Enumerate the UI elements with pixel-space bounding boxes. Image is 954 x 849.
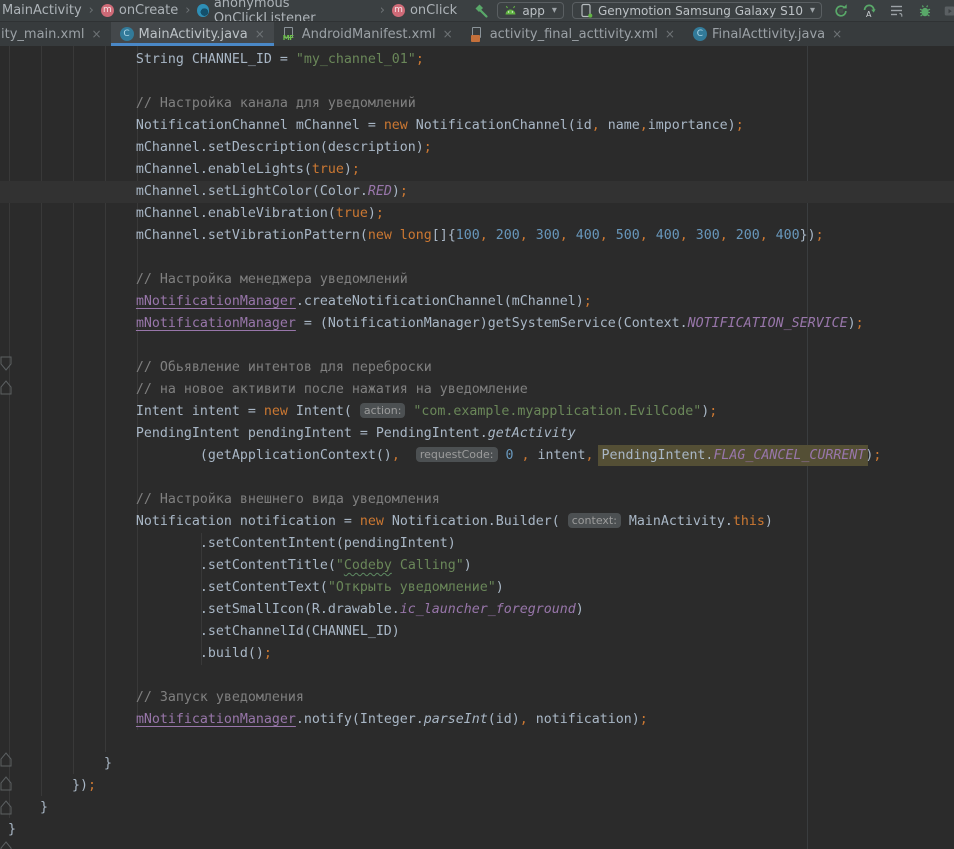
run-configuration-select[interactable]: app ▾ [497,2,564,19]
tab-label: activity_final_acttivity.xml [490,27,658,42]
breadcrumb-label: onCreate [119,3,178,18]
code-line[interactable]: // Настройка внешнего вида уведомления [0,489,954,511]
code-line[interactable] [0,71,954,93]
code-line[interactable]: // Обьявление интентов для переброски [0,357,954,379]
code-line[interactable] [0,731,954,753]
tab-label: FinalActtivity.java [712,27,825,42]
run-actions: A [822,2,954,19]
code-line[interactable]: mChannel.enableVibration(true); [0,203,954,225]
chevron-down-icon: ▾ [552,5,557,16]
breadcrumb-item-oncreate[interactable]: m onCreate [101,3,178,18]
build-hammer-icon[interactable] [472,2,489,19]
method-icon: m [101,4,114,17]
breadcrumb-label: MainActivity [2,3,82,18]
close-icon[interactable]: × [832,27,842,41]
chevron-right-icon: › [380,3,385,18]
fold-marker-icon[interactable] [0,841,12,849]
code-line[interactable]: mChannel.setLightColor(Color.RED); [0,181,954,203]
device-label: Genymotion Samsung Galaxy S10 [598,4,803,18]
code-line[interactable] [0,665,954,687]
breadcrumb-item-class[interactable]: MainActivity [2,3,82,18]
code-line[interactable]: // Настройка канала для уведомлений [0,93,954,115]
code-line[interactable]: (getApplicationContext(), requestCode: 0… [0,445,954,467]
manifest-file-icon: MF [283,27,297,42]
code-line[interactable]: mNotificationManager = (NotificationMana… [0,313,954,335]
tab-label: MainActivity.java [139,27,248,42]
code-line[interactable]: } [0,753,954,775]
code-line[interactable] [0,335,954,357]
main-toolbar: MainActivity › m onCreate › anonymous On… [0,0,954,22]
tab-label: AndroidManifest.xml [302,27,436,42]
phone-icon [579,3,593,18]
breadcrumb-label: anonymous OnClickListener [214,0,373,22]
code-line[interactable]: .setContentText("Открыть уведомление") [0,577,954,599]
code-line[interactable]: NotificationChannel mChannel = new Notif… [0,115,954,137]
code-lines: String CHANNEL_ID = "my_channel_01"; // … [0,46,954,841]
android-icon [504,5,517,16]
close-icon[interactable]: × [255,27,265,41]
code-line[interactable] [0,247,954,269]
code-line[interactable]: mChannel.setVibrationPattern(new long[]{… [0,225,954,247]
tab-label: ity_main.xml [1,27,84,42]
close-icon[interactable]: × [91,27,101,41]
breadcrumb-label: onClick [410,3,457,18]
code-line[interactable]: .setContentIntent(pendingIntent) [0,533,954,555]
code-line[interactable]: PendingIntent pendingIntent = PendingInt… [0,423,954,445]
code-line[interactable]: } [0,819,954,841]
code-line[interactable]: Intent intent = new Intent( action: "com… [0,401,954,423]
code-line[interactable] [0,467,954,489]
anonymous-class-icon [197,4,208,17]
close-icon[interactable]: × [665,27,675,41]
code-line[interactable]: mNotificationManager.createNotificationC… [0,291,954,313]
code-line[interactable]: .setSmallIcon(R.drawable.ic_launcher_for… [0,599,954,621]
code-line[interactable]: mChannel.enableLights(true); [0,159,954,181]
code-editor[interactable]: String CHANNEL_ID = "my_channel_01"; // … [0,46,954,849]
breadcrumb-item-anonymous-listener[interactable]: anonymous OnClickListener [197,0,372,22]
tab-mainactivity-java[interactable]: C MainActivity.java × [111,22,274,46]
run-config-label: app [522,4,545,18]
code-line[interactable]: .build(); [0,643,954,665]
code-line[interactable]: // Настройка менеджера уведомлений [0,269,954,291]
tab-androidmanifest-xml[interactable]: MF AndroidManifest.xml × [274,22,462,46]
svg-text:A: A [866,10,872,19]
code-line[interactable]: String CHANNEL_ID = "my_channel_01"; [0,49,954,71]
chevron-right-icon: › [89,3,94,18]
java-class-icon: C [693,27,707,41]
apply-code-changes-button[interactable] [888,2,905,19]
chevron-down-icon: ▾ [810,5,815,16]
breadcrumb: MainActivity › m onCreate › anonymous On… [2,0,457,22]
editor-tab-bar: ity_main.xml × C MainActivity.java × MF … [0,22,954,46]
code-line[interactable]: }); [0,775,954,797]
profiler-button[interactable] [944,2,954,19]
code-line[interactable]: .setContentTitle("Codeby Calling") [0,555,954,577]
layout-file-icon [471,27,485,42]
apply-changes-button[interactable]: A [860,2,877,19]
method-icon: m [392,4,405,17]
code-line[interactable]: // Запуск уведомления [0,687,954,709]
breadcrumb-item-onclick[interactable]: m onClick [392,3,457,18]
code-line[interactable]: Notification notification = new Notifica… [0,511,954,533]
close-icon[interactable]: × [443,27,453,41]
tab-finalacttivity-java[interactable]: C FinalActtivity.java × [684,22,851,46]
code-line[interactable]: mChannel.setDescription(description); [0,137,954,159]
code-line[interactable]: } [0,797,954,819]
java-class-icon: C [120,27,134,41]
code-line[interactable]: // на новое активити после нажатия на ув… [0,379,954,401]
device-select[interactable]: Genymotion Samsung Galaxy S10 ▾ [572,2,822,19]
code-line[interactable]: .setChannelId(CHANNEL_ID) [0,621,954,643]
rerun-button[interactable] [832,2,849,19]
chevron-right-icon: › [185,3,190,18]
code-line[interactable]: mNotificationManager.notify(Integer.pars… [0,709,954,731]
debug-button[interactable] [916,2,933,19]
tab-activity-main-xml[interactable]: ity_main.xml × [0,22,111,46]
tab-activity-final-acttivity-xml[interactable]: activity_final_acttivity.xml × [462,22,684,46]
